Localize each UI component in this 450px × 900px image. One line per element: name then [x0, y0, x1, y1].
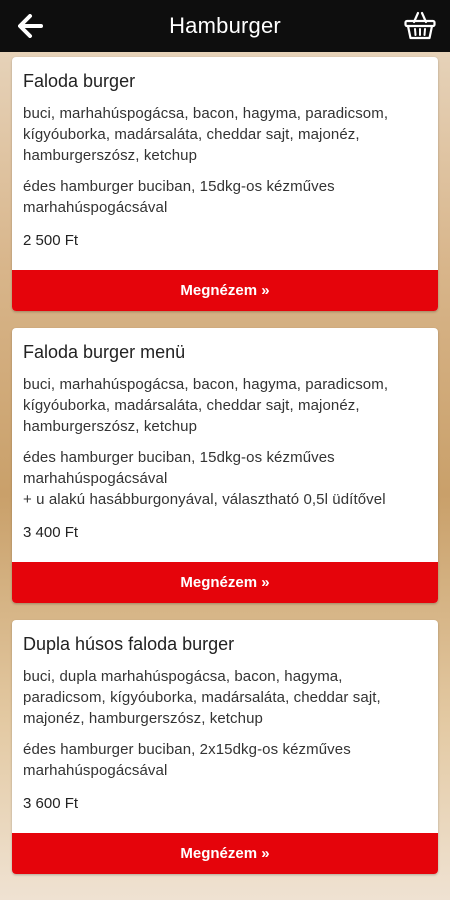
- cart-button[interactable]: [402, 8, 438, 44]
- view-product-button[interactable]: Megnézem »: [12, 562, 438, 603]
- product-price: 2 500 Ft: [23, 232, 79, 249]
- product-description: édes hamburger buciban, 15dkg-os kézműve…: [23, 178, 335, 216]
- product-price: 3 400 Ft: [23, 524, 79, 541]
- product-description: édes hamburger buciban, 15dkg-os kézműve…: [23, 449, 386, 508]
- product-card: Faloda burger buci, marhahúspogácsa, bac…: [12, 57, 438, 311]
- product-name: Dupla húsos faloda burger: [23, 634, 235, 654]
- product-price: 3 600 Ft: [23, 795, 79, 812]
- product-name: Faloda burger menü: [23, 342, 186, 362]
- product-list: Faloda burger buci, marhahúspogácsa, bac…: [12, 57, 438, 891]
- product-card: Dupla húsos faloda burger buci, dupla ma…: [12, 620, 438, 874]
- page-title: Hamburger: [169, 13, 281, 38]
- back-arrow-icon: [18, 14, 43, 38]
- basket-icon: [404, 11, 436, 40]
- top-bar: Hamburger: [0, 0, 450, 52]
- product-card: Faloda burger menü buci, marhahúspogácsa…: [12, 328, 438, 603]
- view-product-button[interactable]: Megnézem »: [12, 833, 438, 874]
- product-name: Faloda burger: [23, 71, 136, 91]
- product-ingredients: buci, marhahúspogácsa, bacon, hagyma, pa…: [23, 105, 389, 164]
- view-product-button[interactable]: Megnézem »: [12, 270, 438, 311]
- product-ingredients: buci, dupla marhahúspogácsa, bacon, hagy…: [23, 668, 381, 727]
- back-button[interactable]: [16, 12, 46, 40]
- product-ingredients: buci, marhahúspogácsa, bacon, hagyma, pa…: [23, 376, 389, 435]
- product-description: édes hamburger buciban, 2x15dkg-os kézmű…: [23, 741, 351, 779]
